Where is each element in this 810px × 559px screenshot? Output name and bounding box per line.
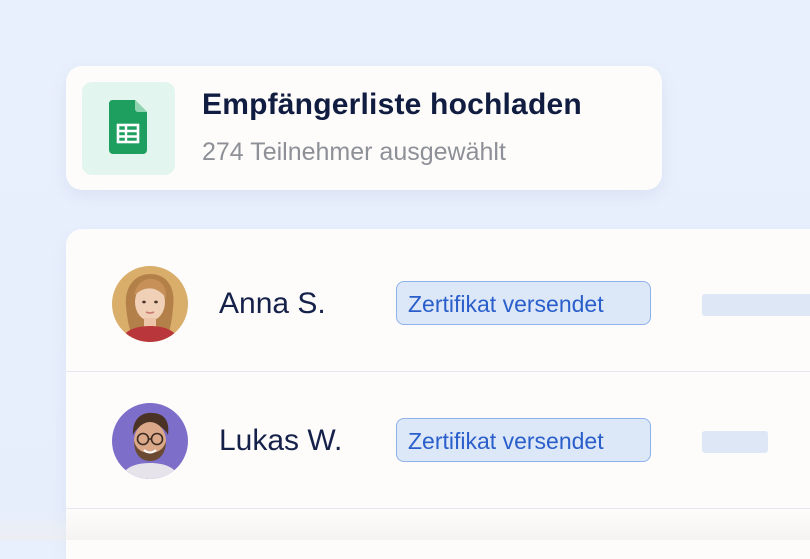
- participant-count: 274 Teilnehmer ausgewählt: [202, 138, 506, 166]
- recipient-list: Anna S. Zertifikat versendet Lukas W. Ze…: [66, 229, 810, 559]
- upload-card[interactable]: Empfängerliste hochladen 274 Teilnehmer …: [66, 66, 662, 190]
- recipient-row[interactable]: Lukas W. Zertifikat versendet: [66, 372, 810, 509]
- recipient-row[interactable]: Anna S. Zertifikat versendet: [66, 229, 810, 372]
- status-badge: Zertifikat versendet: [396, 281, 651, 325]
- upload-title: Empfängerliste hochladen: [202, 88, 582, 121]
- avatar: [112, 266, 188, 342]
- status-badge: Zertifikat versendet: [396, 418, 651, 462]
- spreadsheet-tile: [82, 82, 175, 175]
- spreadsheet-icon: [109, 100, 147, 154]
- placeholder-bar: [702, 431, 768, 453]
- recipient-name: Anna S.: [219, 287, 326, 320]
- recipient-name: Lukas W.: [219, 424, 343, 457]
- avatar: [112, 403, 188, 479]
- placeholder-bar: [702, 294, 810, 316]
